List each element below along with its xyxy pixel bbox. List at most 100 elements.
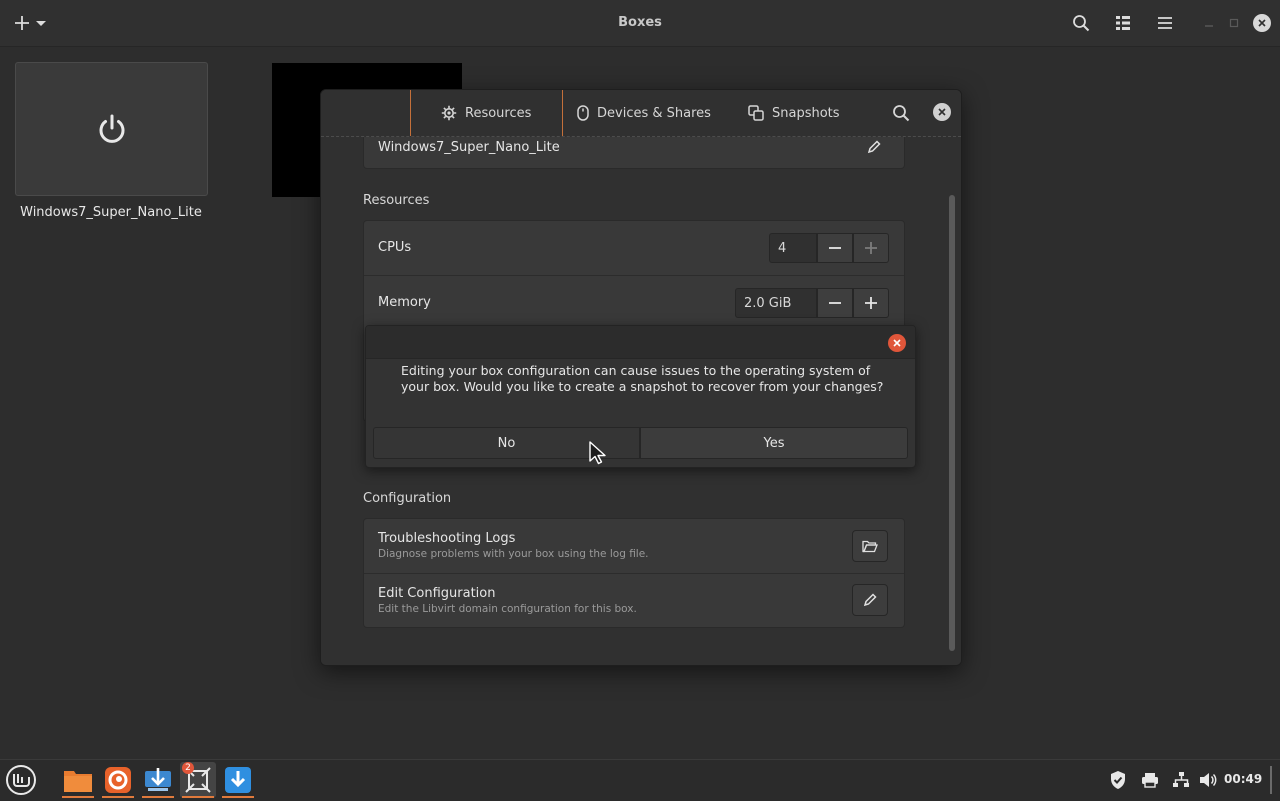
- files-icon: [64, 771, 92, 792]
- cpus-row: CPUs 4: [364, 221, 904, 276]
- snapshot-prompt-dialog: Editing your box configuration can cause…: [365, 325, 916, 468]
- memory-decrement-button[interactable]: [817, 288, 853, 318]
- list-view-icon: [1116, 16, 1130, 30]
- tray-volume[interactable]: [1198, 770, 1218, 790]
- minus-icon: [829, 247, 841, 249]
- box-name-label[interactable]: Windows7_Super_Nano_Lite: [10, 205, 212, 220]
- tray-shield[interactable]: [1108, 770, 1128, 790]
- new-box-button[interactable]: [8, 8, 52, 38]
- cpus-label: CPUs: [378, 240, 412, 255]
- yes-button[interactable]: Yes: [640, 427, 908, 459]
- mouse-cursor-icon: [589, 441, 606, 465]
- configuration-section-title: Configuration: [363, 491, 452, 506]
- tab-devices-label: Devices & Shares: [597, 105, 711, 121]
- active-indicator: [62, 796, 94, 798]
- pencil-icon: [867, 140, 881, 154]
- close-icon: [893, 339, 901, 347]
- shield-icon: [1111, 771, 1125, 789]
- view-mode-button[interactable]: [1110, 8, 1136, 38]
- window-close-button[interactable]: [1253, 14, 1271, 32]
- minimize-button[interactable]: [1200, 14, 1218, 32]
- taskbar-files[interactable]: [60, 762, 96, 798]
- box-name-field[interactable]: Windows7_Super_Nano_Lite: [378, 140, 560, 155]
- cpus-increment-button[interactable]: [853, 233, 889, 263]
- tab-resources[interactable]: Resources: [441, 90, 531, 136]
- box-tile[interactable]: [15, 62, 208, 196]
- maximize-icon: [1229, 18, 1239, 28]
- plus-icon: [865, 242, 877, 254]
- hamburger-icon: [1158, 17, 1172, 29]
- edit-configuration-title: Edit Configuration: [378, 586, 496, 601]
- cpus-decrement-button[interactable]: [817, 233, 853, 263]
- name-card: Windows7_Super_Nano_Lite: [363, 137, 905, 169]
- maximize-button[interactable]: [1225, 14, 1243, 32]
- tab-snapshots-label: Snapshots: [772, 105, 840, 121]
- taskbar-firefox[interactable]: [100, 762, 136, 798]
- memory-label: Memory: [378, 295, 431, 310]
- tray-network[interactable]: [1171, 770, 1191, 790]
- prompt-titlebar: [366, 326, 915, 359]
- properties-search-button[interactable]: [888, 98, 914, 128]
- tab-snapshots[interactable]: Snapshots: [748, 90, 840, 136]
- plus-icon: [15, 16, 29, 30]
- prompt-close-button[interactable]: [888, 334, 906, 352]
- notification-badge: 2: [182, 762, 194, 774]
- clock[interactable]: 00:49: [1224, 772, 1262, 786]
- memory-increment-button[interactable]: [853, 288, 889, 318]
- minus-icon: [829, 302, 841, 304]
- troubleshooting-row: Troubleshooting Logs Diagnose problems w…: [364, 519, 904, 574]
- close-icon: [938, 108, 946, 116]
- properties-close-button[interactable]: [933, 103, 951, 121]
- resources-section-title: Resources: [363, 193, 430, 208]
- active-indicator: [182, 796, 214, 798]
- printer-icon: [1142, 773, 1158, 788]
- open-logs-button[interactable]: [852, 530, 888, 562]
- search-button[interactable]: [1068, 8, 1094, 38]
- properties-header: Resources Devices & Shares Snapshots: [321, 90, 961, 137]
- gear-icon: [441, 105, 457, 121]
- memory-spin-entry[interactable]: 2.0 GiB: [735, 288, 817, 318]
- active-indicator: [102, 796, 134, 798]
- show-desktop-button[interactable]: [1270, 766, 1272, 794]
- troubleshooting-title: Troubleshooting Logs: [378, 531, 516, 546]
- edit-configuration-subtitle: Edit the Libvirt domain configuration fo…: [378, 603, 637, 615]
- taskbar-installer[interactable]: [140, 762, 176, 798]
- network-icon: [1173, 772, 1189, 787]
- tab-devices-shares[interactable]: Devices & Shares: [577, 90, 711, 136]
- pencil-icon: [863, 593, 877, 607]
- taskbar: 2 00:49: [0, 759, 1280, 801]
- memory-row: Memory 2.0 GiB: [364, 276, 904, 330]
- cpus-spin-entry[interactable]: 4: [769, 233, 817, 263]
- tray-printer[interactable]: [1140, 770, 1160, 790]
- tab-resources-label: Resources: [465, 105, 532, 121]
- snapshots-icon: [748, 105, 764, 121]
- chevron-down-icon: [36, 21, 46, 26]
- tab-separator: [562, 90, 563, 136]
- folder-open-icon: [862, 540, 878, 553]
- minimize-icon: [1205, 25, 1213, 27]
- properties-scrollbar[interactable]: [949, 195, 955, 651]
- menu-icon: [6, 765, 36, 795]
- tab-separator: [410, 90, 411, 136]
- start-menu-button[interactable]: [3, 762, 39, 798]
- active-indicator: [222, 796, 254, 798]
- edit-configuration-button[interactable]: [852, 584, 888, 616]
- taskbar-boxes[interactable]: 2: [180, 762, 216, 798]
- taskbar-update-manager[interactable]: [220, 762, 256, 798]
- snapshot-prompt-message: Editing your box configuration can cause…: [401, 363, 884, 394]
- update-icon: [225, 767, 251, 793]
- firefox-icon: [105, 767, 131, 793]
- search-icon: [893, 105, 910, 122]
- installer-icon: [145, 768, 171, 791]
- search-icon: [1073, 15, 1090, 32]
- troubleshooting-subtitle: Diagnose problems with your box using th…: [378, 548, 649, 560]
- mouse-icon: [577, 105, 589, 121]
- header-bar: Boxes: [0, 0, 1280, 47]
- configuration-card: Troubleshooting Logs Diagnose problems w…: [363, 518, 905, 628]
- rename-button[interactable]: [859, 137, 889, 160]
- main-menu-button[interactable]: [1152, 8, 1178, 38]
- edit-configuration-row: Edit Configuration Edit the Libvirt doma…: [364, 574, 904, 628]
- power-icon: [99, 114, 124, 143]
- active-indicator: [142, 796, 174, 798]
- plus-icon: [865, 297, 877, 309]
